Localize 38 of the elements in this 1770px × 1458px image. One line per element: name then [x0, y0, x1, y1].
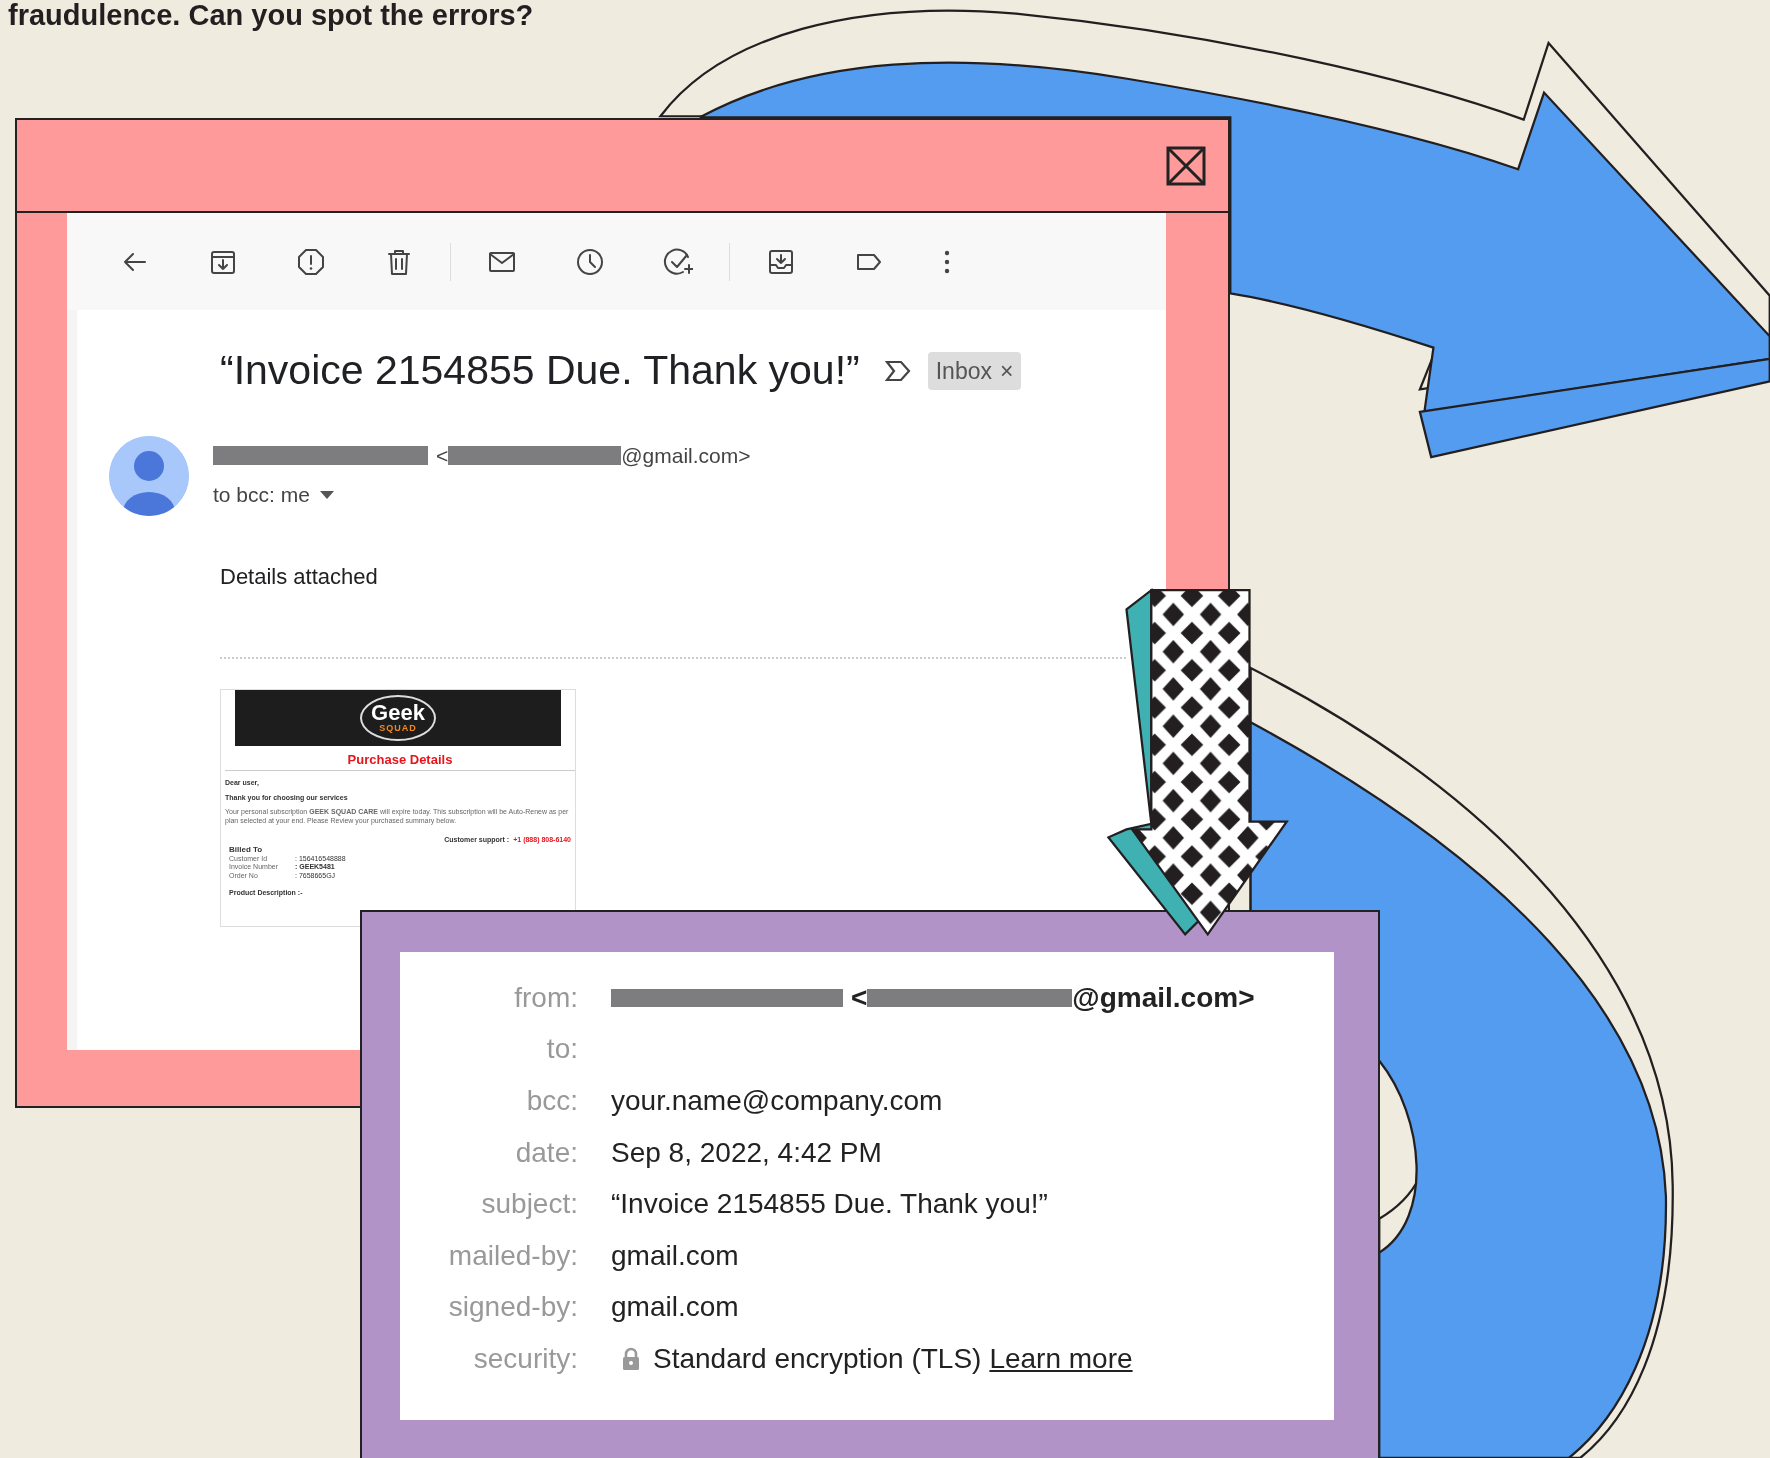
sender-address: @gmail.com> [1072, 980, 1255, 1015]
clock-icon[interactable] [575, 246, 605, 277]
logo-text: SQUAD [378, 724, 418, 733]
field-label: to: [545, 1032, 578, 1067]
email-subject: “Invoice 2154855 Due. Thank you!” [220, 346, 860, 395]
sender-address: < [851, 980, 868, 1015]
field-value: gmail.com [611, 1238, 739, 1273]
field-value: Sep 8, 2022, 4:42 PM [611, 1135, 882, 1170]
close-icon[interactable] [1166, 145, 1206, 186]
field-label: from: [513, 980, 578, 1015]
learn-more-link[interactable]: Learn more [989, 1337, 1133, 1380]
field-label: mailed-by: [447, 1238, 578, 1273]
page-heading: fraudulence. Can you spot the errors? [8, 0, 534, 33]
field-value: your.name@company.com [611, 1084, 943, 1118]
attachment-preview[interactable] [220, 688, 576, 927]
security-text: Standard encryption (TLS) [653, 1341, 982, 1376]
sender-address: @gmail.com> [621, 442, 751, 469]
field-value: gmail.com [611, 1290, 739, 1325]
billed-to-heading: Billed To [229, 844, 264, 855]
logo-text: Geek [370, 702, 426, 724]
warning-icon[interactable] [296, 246, 326, 277]
label-chip[interactable]: Inbox × [927, 351, 1022, 390]
email-message: Details attached [220, 562, 379, 591]
field-label: subject: [480, 1187, 578, 1222]
check-plus-icon[interactable] [663, 246, 693, 277]
field-label: bcc: [525, 1084, 578, 1118]
recipients-text: to bcc: me [213, 482, 310, 508]
field-label: date: [514, 1135, 578, 1170]
lock-icon [621, 1346, 641, 1371]
field-value: “Invoice 2154855 Due. Thank you!” [611, 1187, 1048, 1222]
field-label: signed-by: [447, 1290, 578, 1325]
sender-address: < [436, 442, 449, 469]
caret-icon[interactable] [317, 488, 336, 501]
field-label: security: [472, 1341, 578, 1376]
avatar-icon [109, 435, 189, 516]
invoice-title: Purchase Details [347, 751, 453, 767]
remove-label-button[interactable]: × [1000, 353, 1014, 388]
tag-icon[interactable] [883, 358, 912, 383]
